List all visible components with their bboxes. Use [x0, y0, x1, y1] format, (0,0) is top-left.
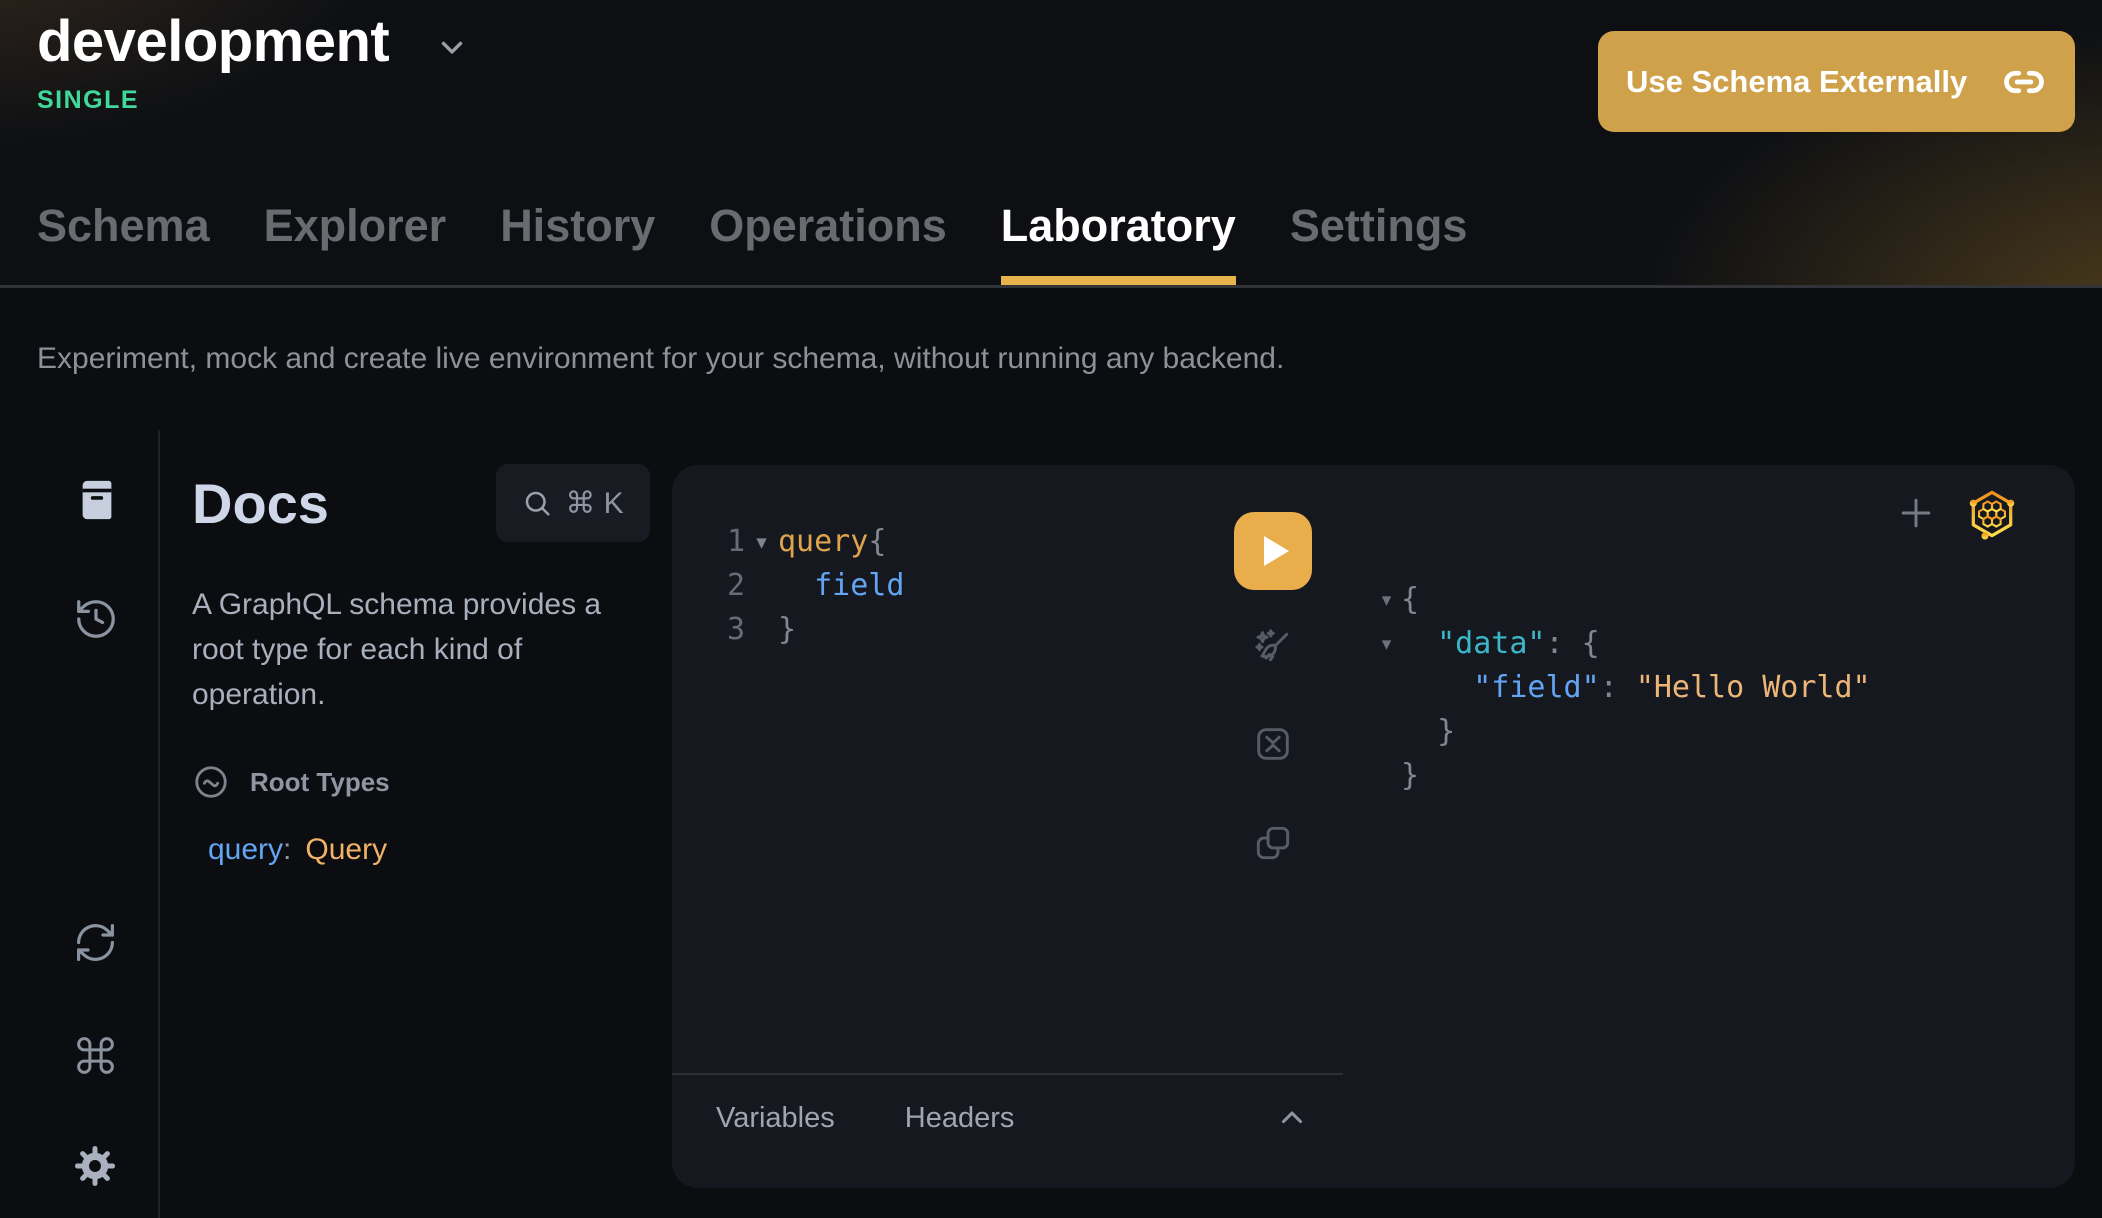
tab-schema[interactable]: Schema: [37, 200, 210, 285]
collapse-editor-tools-icon[interactable]: [1275, 1101, 1309, 1135]
tab-laboratory[interactable]: Laboratory: [1001, 200, 1236, 285]
page-header: development SINGLE Use Schema Externally…: [0, 0, 2102, 288]
root-type-query-link[interactable]: query: Query: [192, 833, 650, 867]
code-line: }: [1372, 754, 1871, 798]
fold-arrow-placeholder: [1372, 666, 1401, 710]
copy-query-button[interactable]: [1251, 821, 1295, 865]
reload-schema-icon[interactable]: [73, 920, 118, 965]
root-types-icon: [192, 763, 230, 801]
tab-history[interactable]: History: [500, 200, 655, 285]
root-type-separator: :: [283, 833, 291, 867]
laboratory-subtitle: Experiment, mock and create live environ…: [37, 342, 1284, 376]
code-line: 3}: [712, 608, 904, 652]
sidebar-divider: [158, 430, 160, 1218]
fold-arrow-placeholder: [1372, 754, 1401, 798]
fold-arrow-placeholder: [1372, 710, 1401, 754]
use-schema-externally-label: Use Schema Externally: [1626, 64, 1967, 100]
code-line: 2 field: [712, 564, 904, 608]
history-icon[interactable]: [73, 596, 119, 642]
target-title: development: [37, 8, 389, 75]
docs-icon[interactable]: [74, 477, 120, 523]
fold-arrow-placeholder: [745, 608, 778, 652]
chevron-down-icon[interactable]: [435, 30, 469, 64]
keyboard-shortcuts-icon[interactable]: [73, 1033, 118, 1078]
execute-query-button[interactable]: [1234, 512, 1312, 590]
code-line: "field": "Hello World": [1372, 666, 1871, 710]
docs-title: Docs: [192, 471, 329, 536]
use-schema-externally-button[interactable]: Use Schema Externally: [1598, 31, 2075, 132]
target-mode-badge: SINGLE: [37, 86, 139, 115]
settings-gear-icon[interactable]: [72, 1143, 118, 1189]
fold-arrow-icon[interactable]: ▾: [1372, 622, 1401, 666]
tab-headers[interactable]: Headers: [905, 1102, 1015, 1135]
code-line: 1▾query{: [712, 520, 904, 564]
query-editor[interactable]: 1▾query{2 field3}: [712, 520, 904, 652]
tab-settings[interactable]: Settings: [1290, 200, 1468, 285]
play-icon: [1264, 536, 1289, 566]
root-types-label: Root Types: [250, 767, 390, 798]
prettify-button[interactable]: [1251, 626, 1295, 670]
docs-description: A GraphQL schema provides a root type fo…: [192, 582, 632, 717]
docs-pane: Docs ⌘ K A GraphQL schema provides a roo…: [192, 464, 650, 867]
tab-operations[interactable]: Operations: [709, 200, 947, 285]
code-line: ▾ "data": {: [1372, 622, 1871, 666]
code-line: }: [1372, 710, 1871, 754]
editor-bottom-divider: [672, 1073, 1343, 1075]
root-type-value: Query: [305, 833, 387, 867]
tab-variables[interactable]: Variables: [716, 1102, 835, 1135]
query-editor-pane[interactable]: 1▾query{2 field3}: [672, 465, 1343, 1188]
tab-explorer[interactable]: Explorer: [264, 200, 447, 285]
fold-arrow-icon[interactable]: ▾: [745, 520, 778, 564]
add-tab-button[interactable]: [1894, 491, 1938, 535]
fold-arrow-placeholder: [745, 564, 778, 608]
code-line: ▾{: [1372, 578, 1871, 622]
response-pane: ▾{▾ "data": { "field": "Hello World" }}: [1343, 465, 2075, 1188]
fold-arrow-icon[interactable]: ▾: [1372, 578, 1401, 622]
bottom-tabs: Variables Headers: [716, 1102, 1014, 1135]
docs-search-button[interactable]: ⌘ K: [496, 464, 650, 542]
search-icon: [522, 488, 552, 518]
link-icon: [2003, 61, 2045, 103]
merge-fragments-button[interactable]: [1251, 722, 1295, 766]
graphql-hive-logo-icon[interactable]: [1968, 487, 2016, 541]
response-viewer: ▾{▾ "data": { "field": "Hello World" }}: [1372, 578, 1871, 798]
graphiql-panel: 1▾query{2 field3}: [672, 465, 2075, 1188]
search-shortcut-label: ⌘ K: [565, 486, 623, 521]
nav-tabs: Schema Explorer History Operations Laborator…: [37, 200, 1467, 285]
root-type-name: query: [208, 833, 283, 867]
